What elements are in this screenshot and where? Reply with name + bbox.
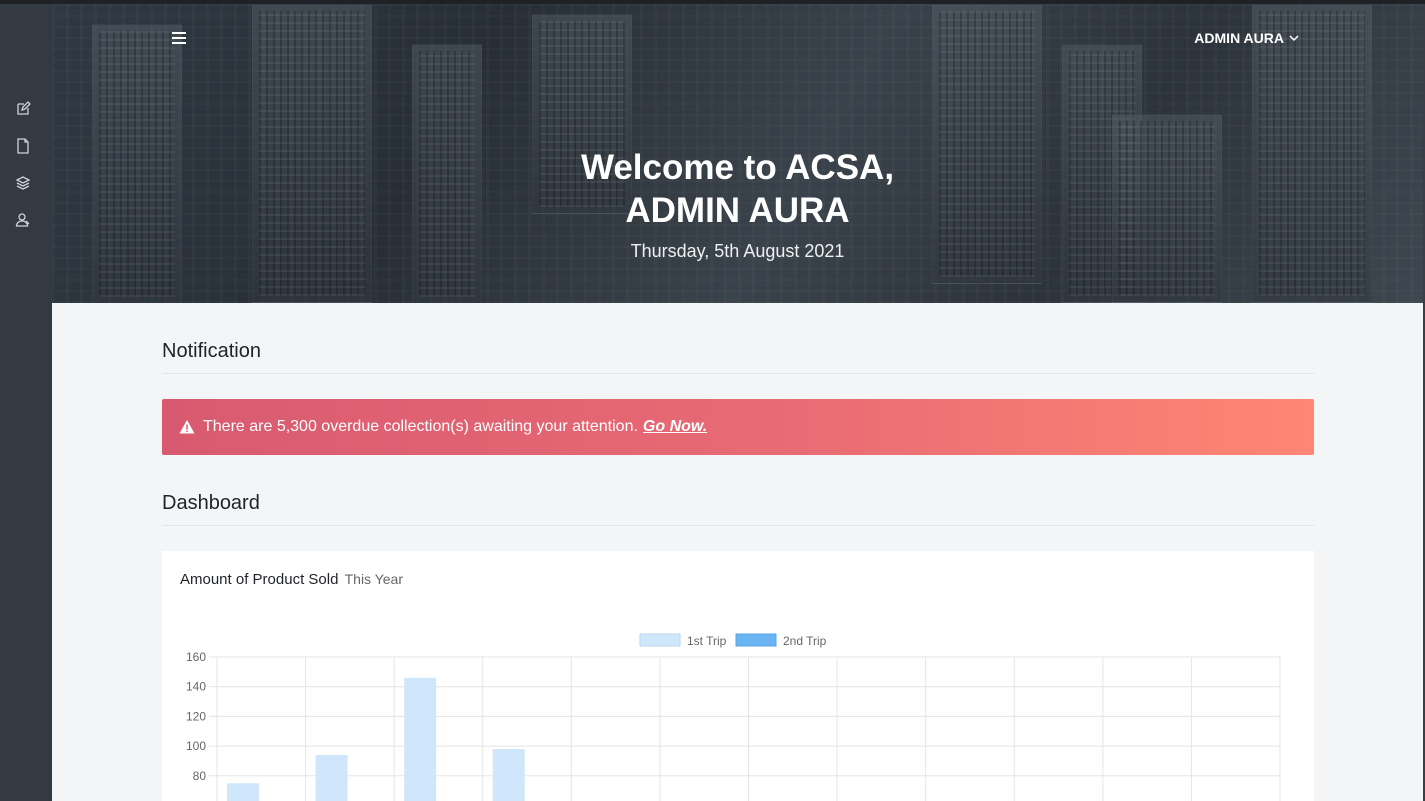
- go-now-link[interactable]: Go Now.: [643, 418, 707, 436]
- welcome-line-1: Welcome to ACSA,: [580, 148, 895, 187]
- product-sold-chart: 16014012010080601st Trip2nd Trip: [186, 633, 1281, 801]
- welcome-title: Welcome to ACSA, ADMIN AURA: [52, 146, 1423, 232]
- chevron-down-icon: [1289, 34, 1299, 41]
- app-window: ADMIN AURA Welcome to ACSA, ADMIN AURA T…: [0, 0, 1425, 801]
- bar-1st-trip: [492, 749, 525, 801]
- user-name: ADMIN AURA: [1194, 30, 1284, 46]
- overdue-alert: There are 5,300 overdue collection(s) aw…: [162, 399, 1314, 455]
- y-tick-label: 120: [186, 709, 206, 723]
- sidebar: [0, 4, 52, 801]
- y-tick-label: 80: [193, 769, 207, 783]
- users-icon[interactable]: [14, 211, 32, 229]
- edit-icon[interactable]: [14, 100, 32, 118]
- welcome-line-2: ADMIN AURA: [625, 191, 850, 230]
- current-date: Thursday, 5th August 2021: [630, 241, 845, 261]
- divider: [162, 525, 1314, 526]
- hamburger-menu-icon[interactable]: [172, 32, 186, 44]
- alert-message: There are 5,300 overdue collection(s) aw…: [203, 418, 638, 435]
- legend-label: 2nd Trip: [783, 634, 827, 648]
- bar-1st-trip: [227, 783, 259, 801]
- y-tick-label: 160: [186, 650, 206, 664]
- dashboard-heading: Dashboard: [162, 492, 260, 514]
- bar-1st-trip: [404, 677, 437, 801]
- y-tick-label: 140: [186, 680, 206, 694]
- layers-icon[interactable]: [14, 174, 32, 192]
- notification-heading: Notification: [162, 340, 261, 362]
- y-tick-label: 100: [186, 739, 206, 753]
- divider: [162, 373, 1314, 374]
- product-sold-card: Amount of Product Sold This Year 160 140 1…: [162, 551, 1314, 801]
- main-content: ADMIN AURA Welcome to ACSA, ADMIN AURA T…: [52, 4, 1423, 801]
- legend-swatch: [735, 633, 777, 647]
- legend-label: 1st Trip: [687, 634, 727, 648]
- user-menu[interactable]: ADMIN AURA: [1194, 30, 1299, 46]
- warning-icon: [179, 420, 195, 434]
- hero-banner: ADMIN AURA Welcome to ACSA, ADMIN AURA T…: [52, 4, 1423, 303]
- bar-1st-trip: [315, 755, 348, 801]
- document-icon[interactable]: [14, 137, 32, 155]
- legend-swatch: [639, 633, 681, 647]
